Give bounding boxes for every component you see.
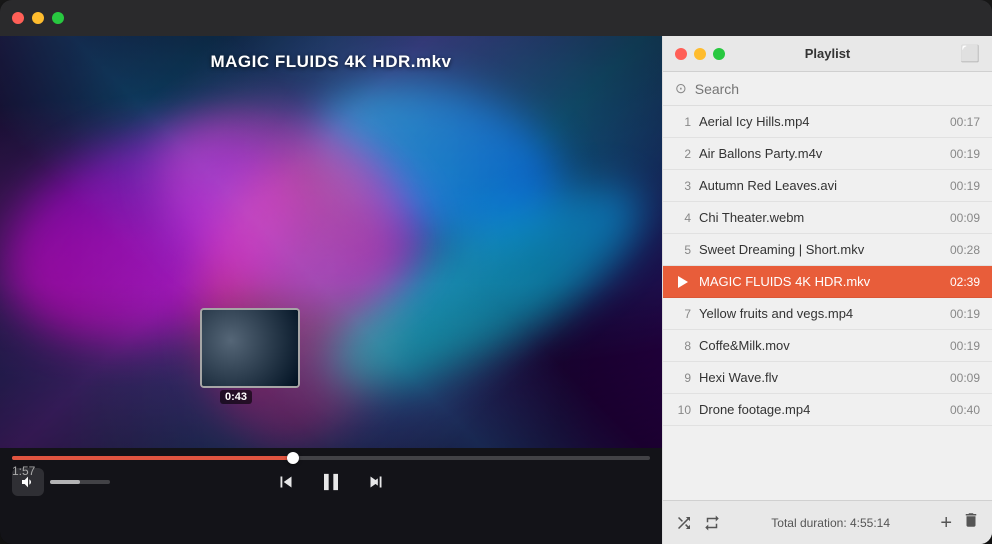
- item-number: 3: [675, 179, 691, 193]
- item-name: Autumn Red Leaves.avi: [699, 178, 942, 193]
- total-duration: Total duration: 4:55:14: [731, 516, 930, 530]
- playlist-item[interactable]: 10 Drone footage.mp4 00:40: [663, 394, 992, 426]
- search-icon: ⊙: [675, 80, 687, 97]
- item-duration: 00:09: [950, 371, 980, 385]
- item-number: 5: [675, 243, 691, 257]
- controls-bar: 1:57: [0, 448, 662, 544]
- playlist-item[interactable]: 7 Yellow fruits and vegs.mp4 00:19: [663, 298, 992, 330]
- video-area[interactable]: MAGIC FLUIDS 4K HDR.mkv 0:43: [0, 36, 662, 448]
- item-name: Air Ballons Party.m4v: [699, 146, 942, 161]
- next-button[interactable]: [365, 471, 387, 493]
- item-name: Aerial Icy Hills.mp4: [699, 114, 942, 129]
- pause-button[interactable]: [317, 468, 345, 496]
- playlist-item[interactable]: 5 Sweet Dreaming | Short.mkv 00:28: [663, 234, 992, 266]
- item-number: 7: [675, 307, 691, 321]
- minimize-button[interactable]: [32, 12, 44, 24]
- title-bar: [0, 0, 992, 36]
- playlist-close-button[interactable]: [675, 48, 687, 60]
- player-side: MAGIC FLUIDS 4K HDR.mkv 0:43 1:57: [0, 36, 662, 544]
- video-title: MAGIC FLUIDS 4K HDR.mkv: [0, 52, 662, 72]
- play-icon: [675, 276, 691, 288]
- item-duration: 00:09: [950, 211, 980, 225]
- item-name: Yellow fruits and vegs.mp4: [699, 306, 942, 321]
- item-duration: 02:39: [950, 275, 980, 289]
- playlist-item[interactable]: 4 Chi Theater.webm 00:09: [663, 202, 992, 234]
- item-name: Coffe&Milk.mov: [699, 338, 942, 353]
- pause-icon: [317, 468, 345, 496]
- item-name: Sweet Dreaming | Short.mkv: [699, 242, 942, 257]
- item-number: 4: [675, 211, 691, 225]
- add-button[interactable]: +: [940, 513, 952, 533]
- playlist-item[interactable]: 6 MAGIC FLUIDS 4K HDR.mkv 02:39: [663, 266, 992, 298]
- item-number: 1: [675, 115, 691, 129]
- item-duration: 00:40: [950, 403, 980, 417]
- playback-controls: [225, 468, 438, 496]
- playlist-title: Playlist: [805, 46, 851, 61]
- item-number: 9: [675, 371, 691, 385]
- search-input[interactable]: [695, 81, 980, 97]
- prev-icon: [275, 471, 297, 493]
- next-icon: [365, 471, 387, 493]
- item-duration: 00:19: [950, 179, 980, 193]
- repeat-button[interactable]: [703, 514, 721, 532]
- item-name: Hexi Wave.flv: [699, 370, 942, 385]
- screen-icon[interactable]: ⬜: [960, 44, 980, 64]
- controls-bottom: [0, 462, 662, 502]
- shuffle-icon: [675, 514, 693, 532]
- volume-area: [12, 468, 225, 496]
- repeat-icon: [703, 514, 721, 532]
- playlist-max-button[interactable]: [713, 48, 725, 60]
- current-time: 1:57: [12, 464, 35, 478]
- progress-fill: [12, 456, 293, 460]
- item-number: 2: [675, 147, 691, 161]
- item-number: 10: [675, 403, 691, 417]
- item-duration: 00:17: [950, 115, 980, 129]
- volume-fill: [50, 480, 80, 484]
- preview-time: 0:43: [220, 390, 252, 404]
- item-name: MAGIC FLUIDS 4K HDR.mkv: [699, 274, 942, 289]
- main-area: MAGIC FLUIDS 4K HDR.mkv 0:43 1:57: [0, 36, 992, 544]
- playlist-item[interactable]: 8 Coffe&Milk.mov 00:19: [663, 330, 992, 362]
- playlist-min-button[interactable]: [694, 48, 706, 60]
- app-window: MAGIC FLUIDS 4K HDR.mkv 0:43 1:57: [0, 0, 992, 544]
- playlist-item[interactable]: 2 Air Ballons Party.m4v 00:19: [663, 138, 992, 170]
- playlist-footer: Total duration: 4:55:14 +: [663, 500, 992, 544]
- progress-area[interactable]: 1:57: [0, 448, 662, 462]
- item-duration: 00:28: [950, 243, 980, 257]
- delete-button[interactable]: [962, 511, 980, 534]
- shuffle-button[interactable]: [675, 514, 693, 532]
- progress-track[interactable]: [12, 456, 650, 460]
- maximize-button[interactable]: [52, 12, 64, 24]
- item-duration: 00:19: [950, 307, 980, 321]
- trash-icon: [962, 511, 980, 529]
- window-controls: [12, 12, 64, 24]
- item-name: Drone footage.mp4: [699, 402, 942, 417]
- playlist-search-bar: ⊙: [663, 72, 992, 106]
- item-duration: 00:19: [950, 147, 980, 161]
- item-number: 8: [675, 339, 691, 353]
- video-background: [0, 36, 662, 448]
- playlist-panel: Playlist ⬜ ⊙ 1 Aerial Icy Hills.mp4 00:1…: [662, 36, 992, 544]
- playlist-item[interactable]: 3 Autumn Red Leaves.avi 00:19: [663, 170, 992, 202]
- thumbnail-preview: [200, 308, 300, 388]
- item-name: Chi Theater.webm: [699, 210, 942, 225]
- playlist-traffic-lights: [675, 48, 725, 60]
- prev-button[interactable]: [275, 471, 297, 493]
- playlist-item[interactable]: 1 Aerial Icy Hills.mp4 00:17: [663, 106, 992, 138]
- close-button[interactable]: [12, 12, 24, 24]
- volume-slider[interactable]: [50, 480, 110, 484]
- playlist-header: Playlist ⬜: [663, 36, 992, 72]
- item-duration: 00:19: [950, 339, 980, 353]
- playlist-item[interactable]: 9 Hexi Wave.flv 00:09: [663, 362, 992, 394]
- playlist-list[interactable]: 1 Aerial Icy Hills.mp4 00:17 2 Air Ballo…: [663, 106, 992, 500]
